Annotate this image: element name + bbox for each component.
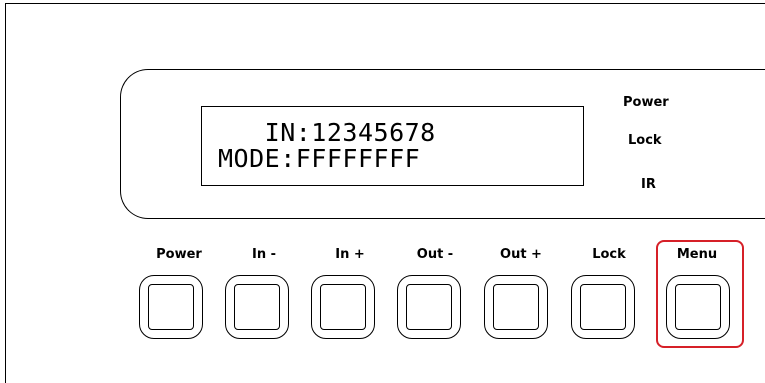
power-button-face: [148, 284, 194, 330]
power-indicator-label: Power: [623, 95, 669, 110]
in-minus-button[interactable]: [225, 275, 289, 339]
out-minus-button[interactable]: [397, 275, 461, 339]
out-plus-button[interactable]: [484, 275, 548, 339]
in-minus-button-face: [234, 284, 280, 330]
lock-button-label: Lock: [592, 247, 626, 262]
in-plus-button[interactable]: [311, 275, 375, 339]
out-minus-button-face: [406, 284, 452, 330]
out-plus-button-label: Out +: [500, 247, 542, 262]
lock-button-face: [580, 284, 626, 330]
out-minus-button-label: Out -: [416, 247, 454, 262]
out-plus-button-face: [493, 284, 539, 330]
in-minus-button-label: In -: [251, 247, 276, 262]
ir-indicator-label: IR: [641, 177, 656, 192]
lcd-line-input: IN:12345678: [218, 118, 436, 147]
lcd-line-mode: MODE:FFFFFFFF: [218, 144, 421, 173]
lock-indicator-label: Lock: [628, 133, 662, 148]
power-button[interactable]: [139, 275, 203, 339]
power-button-label: Power: [156, 247, 202, 262]
in-plus-button-label: In +: [335, 247, 365, 262]
in-plus-button-face: [320, 284, 366, 330]
lock-button[interactable]: [571, 275, 635, 339]
lcd-display: IN:12345678 MODE:FFFFFFFF: [201, 106, 584, 186]
menu-button-highlight: [656, 240, 744, 348]
